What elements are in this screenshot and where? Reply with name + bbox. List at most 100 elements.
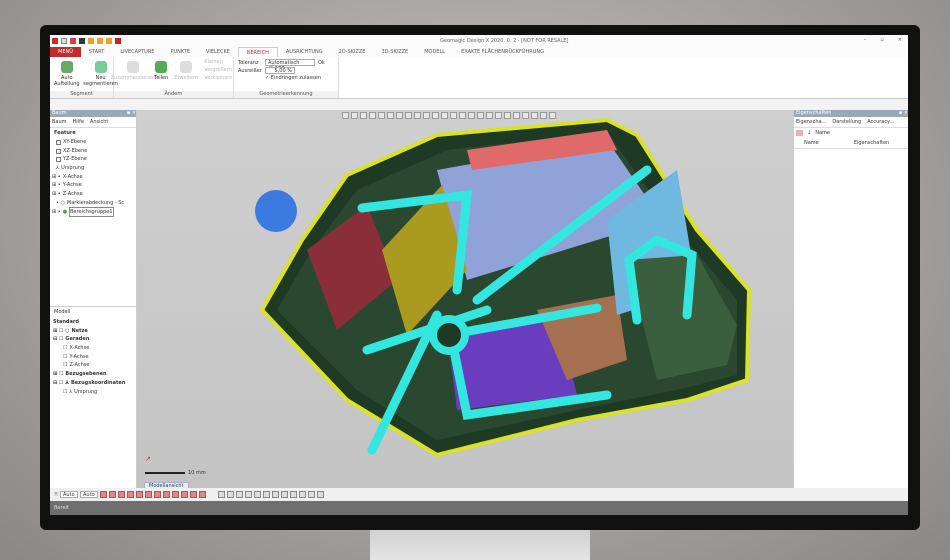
scale-line xyxy=(145,472,185,474)
tab-darstellung[interactable]: Darstellung xyxy=(832,119,861,125)
filter-icon[interactable] xyxy=(299,491,307,498)
selection-tool-icon[interactable] xyxy=(163,491,171,498)
properties-panel: Eigenschaften ▪ × Eigenscha... Darstellung… xyxy=(793,110,908,488)
column-eigenschaften: Eigenschaften xyxy=(853,140,890,146)
kleinen-button[interactable]: Kleinen xyxy=(204,59,232,65)
filter-icon[interactable] xyxy=(254,491,262,498)
pin-close-icon[interactable]: ▪ × xyxy=(127,110,136,117)
filter-icon[interactable] xyxy=(227,491,235,498)
tree-item[interactable]: ⊞ ☐ ○ Netze xyxy=(53,327,125,336)
tab-ansicht[interactable]: Ansicht xyxy=(90,119,108,125)
filter-icon[interactable] xyxy=(317,491,325,498)
verkleinern-button[interactable]: Verkleinern xyxy=(204,75,232,81)
tab-modell[interactable]: MODELL xyxy=(416,47,453,57)
label: Z-Achse xyxy=(62,191,83,198)
selection-tool-icon[interactable] xyxy=(127,491,135,498)
filter-icon[interactable] xyxy=(245,491,253,498)
filter-icon[interactable] xyxy=(218,491,226,498)
tab-3d-skizze[interactable]: 3D-SKIZZE xyxy=(373,47,416,57)
undo-icon[interactable] xyxy=(115,38,121,44)
sort-name[interactable]: Name xyxy=(815,130,830,136)
selection-tool-icon[interactable] xyxy=(181,491,189,498)
tree-item[interactable]: XZ-Ebene xyxy=(56,147,136,156)
open-icon[interactable] xyxy=(70,38,76,44)
filter-icon[interactable] xyxy=(290,491,298,498)
filter-icon[interactable] xyxy=(281,491,289,498)
tab-eigenschaften[interactable]: Eigenscha... xyxy=(796,119,826,125)
import-icon[interactable] xyxy=(88,38,94,44)
selection-tool-icon[interactable] xyxy=(199,491,207,498)
ribbon-tabs: MENÜ START LIVECAPTURE PUNKTE VIELECKE B… xyxy=(50,47,908,57)
group-label: Ändern xyxy=(114,91,233,98)
save-icon[interactable] xyxy=(79,38,85,44)
tab-punkte[interactable]: PUNKTE xyxy=(162,47,198,57)
selection-tool-icon[interactable] xyxy=(136,491,144,498)
bottom-toolbar: ⤧ Auto Auto xyxy=(50,488,908,501)
app-icon[interactable] xyxy=(52,38,58,44)
tab-2d-skizze[interactable]: 2D-SKIZZE xyxy=(331,47,374,57)
tab-accuracy[interactable]: Accuracy... xyxy=(867,119,894,125)
filter-icon[interactable] xyxy=(236,491,244,498)
minimize-button[interactable]: – xyxy=(864,37,867,43)
export-icon[interactable] xyxy=(97,38,103,44)
tree-item[interactable]: ⊟ ☐ ⅄ Bezugskoordinaten xyxy=(53,379,125,388)
label: X-Achse xyxy=(62,173,83,180)
folder-icon[interactable] xyxy=(106,38,112,44)
tree-item[interactable]: ⊞ ☐ Bezugsebenen xyxy=(53,370,125,379)
tab-livecapture[interactable]: LIVECAPTURE xyxy=(112,47,162,57)
selection-tool-icon[interactable] xyxy=(154,491,162,498)
tree-item[interactable]: ⊞ • ● Bereichsgruppe1 xyxy=(52,206,136,218)
select-mode-2[interactable]: Auto xyxy=(80,491,99,498)
tab-start[interactable]: START xyxy=(81,47,112,57)
ausreisser-input[interactable]: 5,00 % xyxy=(265,67,295,74)
tree-item[interactable]: ☐ ⅄ Ursprung xyxy=(53,388,125,397)
tab-menu[interactable]: MENÜ xyxy=(50,47,81,57)
tree-item[interactable]: ⊞ • X-Achse xyxy=(52,173,136,182)
pin-close-icon[interactable]: ▪ × xyxy=(899,110,908,117)
selection-tool-icon[interactable] xyxy=(109,491,117,498)
tree-item[interactable]: YZ-Ebene xyxy=(56,155,136,164)
tab-ausrichtung[interactable]: AUSRICHTUNG xyxy=(278,47,331,57)
tab-vielecke[interactable]: VIELECKE xyxy=(198,47,238,57)
selection-tool-icon[interactable] xyxy=(118,491,126,498)
3d-viewport[interactable]: ↗ 10 mm xyxy=(137,110,793,488)
tab-exakte-flaechen[interactable]: EXAKTE FLÄCHENRÜCKFÜHRUNG xyxy=(453,47,552,57)
selection-tool-icon[interactable] xyxy=(145,491,153,498)
tree-item[interactable]: ☐ Y-Achse xyxy=(53,353,125,362)
tree-item[interactable]: ☐ Z-Achse xyxy=(53,361,125,370)
filter-icon[interactable] xyxy=(308,491,316,498)
close-button[interactable]: × xyxy=(898,37,902,43)
tree-item[interactable]: ⊟ ☐ Geraden xyxy=(53,335,125,344)
label: Y-Achse xyxy=(62,182,82,189)
tree-item[interactable]: ⅄ Ursprung xyxy=(56,164,136,173)
selection-tool-icon[interactable] xyxy=(190,491,198,498)
ok-button[interactable]: Ok xyxy=(318,60,325,66)
filter-icon[interactable] xyxy=(272,491,280,498)
label: Ursprung xyxy=(74,388,98,395)
fit-icon[interactable]: ⤧ xyxy=(54,492,58,498)
group-geometrieerkennung: Toleranz Automatisch (0,177Ok Ausreißer5,… xyxy=(234,57,339,98)
eindringen-checkbox[interactable]: ✓ Eindringen zulassen xyxy=(238,75,334,81)
toleranz-select[interactable]: Automatisch (0,177 xyxy=(265,59,315,72)
new-icon[interactable] xyxy=(61,38,67,44)
tree-item[interactable]: Standard xyxy=(53,318,125,327)
label: Netze xyxy=(71,327,88,334)
sort-az-icon[interactable]: ↓ xyxy=(807,130,811,136)
monitor-stand xyxy=(370,528,590,560)
tab-bereich[interactable]: BEREICH xyxy=(237,47,278,57)
tree-panel: Baum ▪ × Baum Hilfe Ansicht Feature XY-Eben… xyxy=(50,110,137,488)
tree-item[interactable]: ⊞ • Y-Achse xyxy=(52,181,136,190)
selection-tool-icon[interactable] xyxy=(100,491,108,498)
tree-item[interactable]: XY-Ebene xyxy=(56,138,136,147)
categorized-icon[interactable] xyxy=(796,130,803,136)
vergroessern-button[interactable]: Vergrößern xyxy=(204,67,232,73)
tab-baum[interactable]: Baum xyxy=(52,119,67,125)
filter-icon[interactable] xyxy=(263,491,271,498)
tree-item[interactable]: ⊞ • Z-Achse xyxy=(52,190,136,199)
maximize-button[interactable]: ▫ xyxy=(880,37,883,43)
tab-hilfe[interactable]: Hilfe xyxy=(73,119,84,125)
tree-item[interactable]: ☐ X-Achse xyxy=(53,344,125,353)
label: Bereichsgruppe1 xyxy=(69,206,114,218)
selection-tool-icon[interactable] xyxy=(172,491,180,498)
select-mode-1[interactable]: Auto xyxy=(60,491,79,498)
